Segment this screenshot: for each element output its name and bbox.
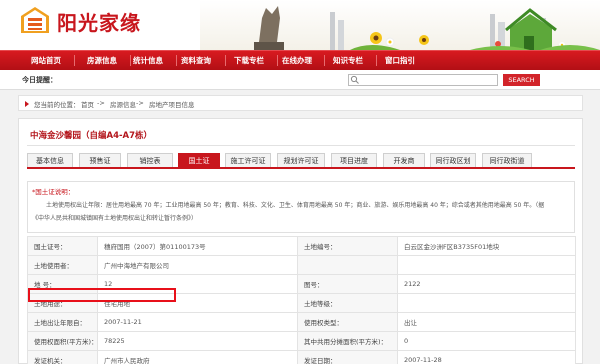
notice-line-1: 土地使用权出让年限：居住用地最高 70 年；工业用地最高 50 年；教育、科技、…	[46, 202, 545, 209]
notice-heading: *国土证说明：	[32, 188, 75, 196]
tab-construction-permit[interactable]: 施工许可证	[225, 153, 271, 167]
nav-item-listings[interactable]: 房源信息	[76, 51, 128, 70]
shared-area-label: 其中共用分摊面积(平方米)：	[297, 331, 398, 351]
table-row: 使用权面积(平方米)： 78225 其中共用分摊面积(平方米)： 0	[27, 331, 576, 351]
site-header: 阳光家缘	[0, 0, 600, 50]
map-no-label: 图号：	[297, 274, 398, 294]
breadcrumb-project-info[interactable]: 房地产项目信息	[149, 99, 195, 109]
table-row: 土地使用者： 广州中海地产有限公司	[27, 255, 576, 275]
use-area-value: 78225	[97, 331, 298, 351]
nav-item-query[interactable]: 资料查询	[170, 51, 222, 70]
nav-separator	[74, 55, 75, 66]
breadcrumb-arrow-icon	[25, 101, 29, 107]
today-reminder-label: 今日提醒：	[22, 76, 57, 84]
land-user-value: 广州中海地产有限公司	[97, 255, 298, 275]
tab-planning-permit[interactable]: 规划许可证	[277, 153, 325, 167]
tab-basic-info[interactable]: 基本信息	[27, 153, 73, 167]
tab-land-cert[interactable]: 国土证	[178, 153, 220, 167]
nav-item-home[interactable]: 网站首页	[20, 51, 72, 70]
tab-same-street[interactable]: 同行政街道	[482, 153, 532, 167]
page-title: 中海金沙馨园（自编A4-A7栋）	[30, 131, 153, 141]
use-area-label: 使用权面积(平方米)：	[27, 331, 98, 351]
breadcrumb-separator: ->	[136, 99, 144, 107]
table-row: 国土证号： 穗府国用（2007）第01100173号 土地编号： 白云区金沙洲F…	[27, 236, 576, 256]
land-use-highlight-box	[28, 288, 176, 302]
lease-start-value: 2007-11-21	[97, 312, 298, 332]
issue-date-value: 2007-11-28	[397, 350, 576, 364]
issuer-label: 发证机关：	[27, 350, 98, 364]
land-no-value: 白云区金沙洲F区B3735F01地块	[397, 236, 576, 256]
nav-item-guide[interactable]: 窗口指引	[374, 51, 426, 70]
cert-no-label: 国土证号：	[27, 236, 98, 256]
cert-no-value: 穗府国用（2007）第01100173号	[97, 236, 298, 256]
title-divider	[27, 145, 575, 146]
breadcrumb-listings[interactable]: 房源信息	[110, 99, 136, 109]
project-panel: 中海金沙馨园（自编A4-A7栋） 基本信息 预售证 销控表 国土证 施工许可证 …	[18, 118, 583, 364]
right-type-value: 出让	[397, 312, 576, 332]
main-nav: 网站首页 房源信息 统计信息 资料查询 下载专栏 在线办理 知识专栏 窗口指引	[0, 50, 600, 70]
tab-bar: 基本信息 预售证 销控表 国土证 施工许可证 规划许可证 项目进度 开发商 同行…	[27, 153, 575, 169]
notice-text: 土地使用权出让年限：居住用地最高 70 年；工业用地最高 50 年；教育、科技、…	[32, 199, 570, 225]
nav-item-statistics[interactable]: 统计信息	[122, 51, 174, 70]
land-grade-label: 土地等级：	[297, 293, 398, 313]
shared-area-value: 0	[397, 331, 576, 351]
map-no-value: 2122	[397, 274, 576, 294]
banner-illustration	[200, 0, 600, 50]
table-row: 发证机关： 广州市人民政府 发证日期： 2007-11-28	[27, 350, 576, 364]
tab-progress[interactable]: 项目进度	[331, 153, 377, 167]
tab-developer[interactable]: 开发商	[383, 153, 425, 167]
lease-start-label: 土地出让年限自：	[27, 312, 98, 332]
tab-presale-cert[interactable]: 预售证	[79, 153, 121, 167]
issue-date-label: 发证日期：	[297, 350, 398, 364]
breadcrumb-separator: ->	[97, 99, 105, 107]
breadcrumb-prefix: 您当前的位置：	[34, 101, 80, 109]
tab-sales-control[interactable]: 销控表	[127, 153, 173, 167]
search-input[interactable]	[348, 74, 498, 86]
land-user-label: 土地使用者：	[27, 255, 98, 275]
notice-line-2: 《中华人民共和国城镇国有土地使用权出让和转让暂行条例》）	[32, 215, 198, 222]
land-grade-value	[397, 293, 576, 313]
nav-item-online[interactable]: 在线办理	[271, 51, 323, 70]
tab-same-district[interactable]: 同行政区划	[430, 153, 476, 167]
table-row: 土地出让年限自： 2007-11-21 使用权类型： 出让	[27, 312, 576, 332]
house-logo-icon[interactable]	[20, 6, 50, 34]
breadcrumb: 您当前的位置： 首页 -> 房源信息 -> 房地产项目信息	[18, 95, 583, 111]
nav-item-knowledge[interactable]: 知识专栏	[322, 51, 374, 70]
empty-label	[297, 255, 398, 275]
toolbar: 今日提醒： SEARCH	[0, 70, 600, 90]
site-title[interactable]: 阳光家缘	[57, 7, 141, 36]
search-icon	[350, 75, 359, 84]
empty-value	[397, 255, 576, 275]
issuer-value: 广州市人民政府	[97, 350, 298, 364]
nav-item-downloads[interactable]: 下载专栏	[223, 51, 275, 70]
right-type-label: 使用权类型：	[297, 312, 398, 332]
land-no-label: 土地编号：	[297, 236, 398, 256]
land-cert-notice: *国土证说明： 土地使用权出让年限：居住用地最高 70 年；工业用地最高 50 …	[27, 181, 575, 233]
search-button[interactable]: SEARCH	[503, 74, 540, 86]
breadcrumb-home[interactable]: 首页	[81, 99, 94, 109]
